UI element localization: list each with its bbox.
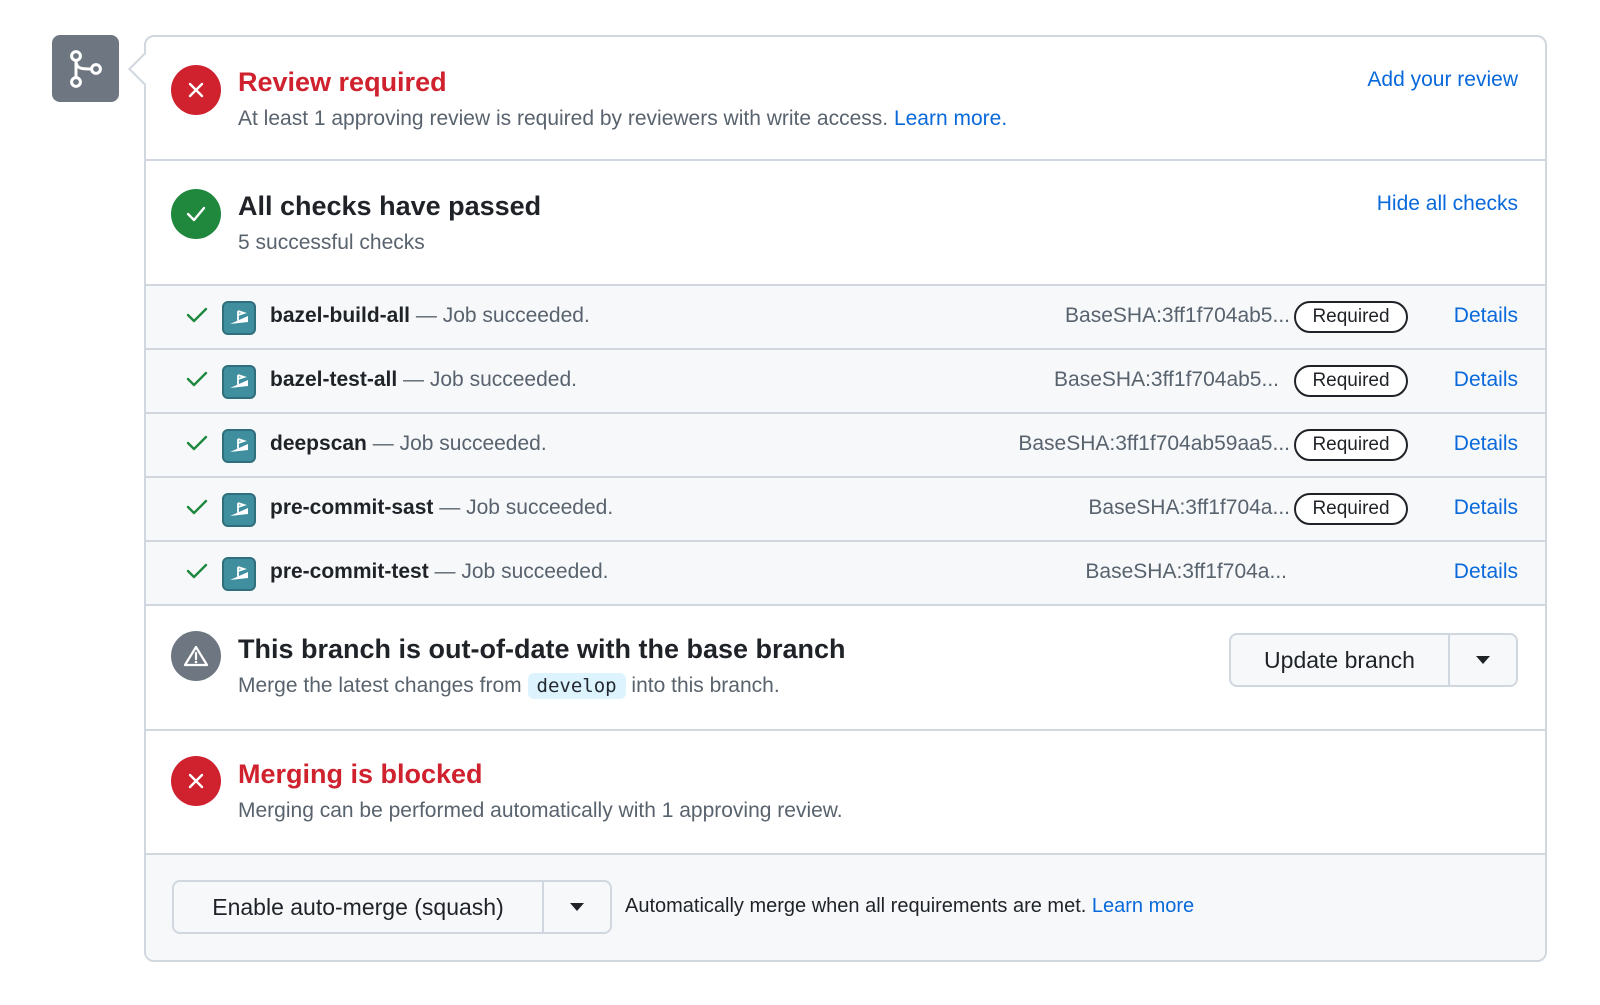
triangle-down-icon: [1476, 656, 1490, 664]
review-required-title: Review required: [238, 67, 447, 97]
enable-auto-merge-button[interactable]: Enable auto-merge (squash): [174, 882, 544, 932]
details-link[interactable]: Details: [1454, 496, 1518, 520]
check-sha: BaseSHA:3ff1f704ab59aa5...: [1018, 432, 1290, 455]
required-badge: Required: [1294, 429, 1408, 461]
out-of-date-desc: Merge the latest changes from develop in…: [238, 673, 780, 699]
x-icon: [171, 756, 221, 806]
review-required-desc: At least 1 approving review is required …: [238, 107, 1007, 131]
check-icon: [186, 498, 208, 521]
checks-desc: 5 successful checks: [238, 231, 425, 254]
merging-blocked-desc: Merging can be performed automatically w…: [238, 799, 843, 822]
add-your-review-link[interactable]: Add your review: [1367, 68, 1518, 92]
x-icon: [171, 65, 221, 115]
merging-blocked-section: Merging is blocked Merging can be perfor…: [146, 731, 1545, 855]
learn-more-link[interactable]: Learn more.: [894, 107, 1007, 130]
check-icon: [186, 562, 208, 585]
out-of-date-title: This branch is out-of-date with the base…: [238, 634, 846, 664]
check-row: deepscan — Job succeeded. BaseSHA:3ff1f7…: [146, 414, 1545, 478]
out-of-date-section: This branch is out-of-date with the base…: [146, 606, 1545, 731]
app-logo-icon: [222, 493, 256, 527]
check-name: pre-commit-test — Job succeeded.: [270, 560, 609, 583]
update-branch-dropdown[interactable]: [1450, 635, 1516, 685]
check-row: bazel-build-all — Job succeeded. BaseSHA…: [146, 286, 1545, 350]
check-name: bazel-build-all — Job succeeded.: [270, 304, 590, 327]
required-badge: Required: [1294, 493, 1408, 525]
check-sha: BaseSHA:3ff1f704a...: [1088, 496, 1290, 519]
check-name: deepscan — Job succeeded.: [270, 432, 547, 455]
details-link[interactable]: Details: [1454, 304, 1518, 328]
review-desc-text: At least 1 approving review is required …: [238, 107, 889, 130]
git-branch-icon: [52, 35, 119, 102]
update-branch-button[interactable]: Update branch: [1231, 635, 1450, 685]
check-icon: [171, 189, 221, 239]
check-row: pre-commit-test — Job succeeded. BaseSHA…: [146, 542, 1545, 606]
check-row: bazel-test-all — Job succeeded. BaseSHA:…: [146, 350, 1545, 414]
merge-status-panel: Review required At least 1 approving rev…: [144, 35, 1547, 962]
check-icon: [186, 370, 208, 393]
app-logo-icon: [222, 301, 256, 335]
hide-all-checks-link[interactable]: Hide all checks: [1377, 192, 1518, 216]
check-name: pre-commit-sast — Job succeeded.: [270, 496, 614, 519]
check-sha: BaseSHA:3ff1f704ab5...: [1054, 368, 1279, 391]
app-logo-icon: [222, 557, 256, 591]
app-logo-icon: [222, 429, 256, 463]
app-logo-icon: [222, 365, 256, 399]
base-branch-name: develop: [527, 673, 626, 699]
checks-summary-section: All checks have passed 5 successful chec…: [146, 161, 1545, 286]
alert-icon: [171, 631, 221, 681]
details-link[interactable]: Details: [1454, 560, 1518, 584]
check-sha: BaseSHA:3ff1f704a...: [1085, 560, 1287, 583]
details-link[interactable]: Details: [1454, 368, 1518, 392]
check-icon: [186, 434, 208, 457]
auto-merge-group: Enable auto-merge (squash): [172, 880, 612, 934]
review-required-section: Review required At least 1 approving rev…: [146, 37, 1545, 161]
triangle-down-icon: [570, 903, 584, 911]
update-branch-group: Update branch: [1229, 633, 1518, 687]
check-icon: [186, 306, 208, 329]
checks-title: All checks have passed: [238, 191, 542, 221]
check-name: bazel-test-all — Job succeeded.: [270, 368, 577, 391]
required-badge: Required: [1294, 365, 1408, 397]
auto-merge-desc: Automatically merge when all requirement…: [625, 895, 1195, 917]
details-link[interactable]: Details: [1454, 432, 1518, 456]
required-badge: Required: [1294, 301, 1408, 333]
auto-merge-dropdown[interactable]: [544, 882, 610, 932]
merging-blocked-title: Merging is blocked: [238, 759, 483, 789]
check-row: pre-commit-sast — Job succeeded. BaseSHA…: [146, 478, 1545, 542]
learn-more-link[interactable]: Learn more: [1092, 895, 1194, 917]
check-sha: BaseSHA:3ff1f704ab5...: [1065, 304, 1290, 327]
